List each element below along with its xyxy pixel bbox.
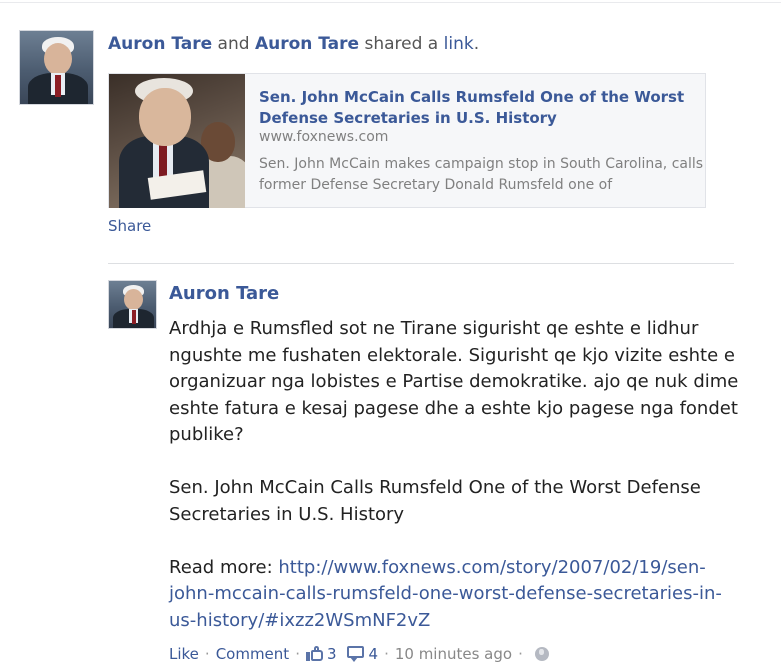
timestamp[interactable]: 10 minutes ago — [395, 645, 512, 663]
like-count[interactable]: 3 — [327, 645, 337, 663]
attachment-thumbnail[interactable] — [109, 74, 245, 208]
attachment-description: Sen. John McCain makes campaign stop in … — [259, 156, 704, 193]
actor-name-link[interactable]: Auron Tare — [108, 34, 212, 54]
attachment-title[interactable]: Sen. John McCain Calls Rumsfeld One of t… — [259, 87, 699, 129]
comment-paragraph-1: Ardhja e Rumsfled sot ne Tirane sigurish… — [169, 318, 739, 445]
headline-verb: shared a — [364, 34, 439, 54]
comment-count[interactable]: 4 — [369, 645, 379, 663]
separator: · — [518, 645, 523, 663]
story-avatar[interactable] — [19, 30, 94, 105]
story-headline: Auron Tare and Auron Tare shared a link. — [108, 34, 479, 54]
comment-actions: Like · Comment · 3 4 · 10 minutes ago · — [169, 645, 549, 663]
like-link[interactable]: Like — [169, 645, 199, 663]
comment-read-more: Read more: http://www.foxnews.com/story/… — [169, 555, 744, 635]
headline-period: . — [473, 34, 480, 54]
globe-icon[interactable] — [534, 647, 549, 661]
separator: · — [295, 645, 300, 663]
comment-body: Ardhja e Rumsfled sot ne Tirane sigurish… — [169, 316, 744, 634]
top-border — [0, 2, 781, 3]
separator: · — [204, 645, 210, 663]
comment-author-link[interactable]: Auron Tare — [169, 283, 279, 304]
comment-icon[interactable] — [346, 646, 365, 662]
link-attachment[interactable]: Sen. John McCain Calls Rumsfeld One of t… — [108, 73, 706, 208]
share-link[interactable]: Share — [108, 217, 151, 235]
link-object[interactable]: link — [444, 34, 474, 54]
attachment-domain: www.foxnews.com — [259, 129, 389, 145]
comment-avatar[interactable] — [108, 280, 157, 329]
thumbs-up-icon[interactable] — [305, 646, 324, 662]
read-more-label: Read more: — [169, 556, 273, 578]
separator: · — [384, 645, 389, 663]
comment-divider — [108, 263, 734, 264]
actor-name-link-2[interactable]: Auron Tare — [255, 34, 359, 54]
comment-paragraph-2: Sen. John McCain Calls Rumsfeld One of t… — [169, 477, 701, 525]
headline-conjunction: and — [217, 34, 250, 54]
comment-link[interactable]: Comment — [216, 645, 290, 663]
